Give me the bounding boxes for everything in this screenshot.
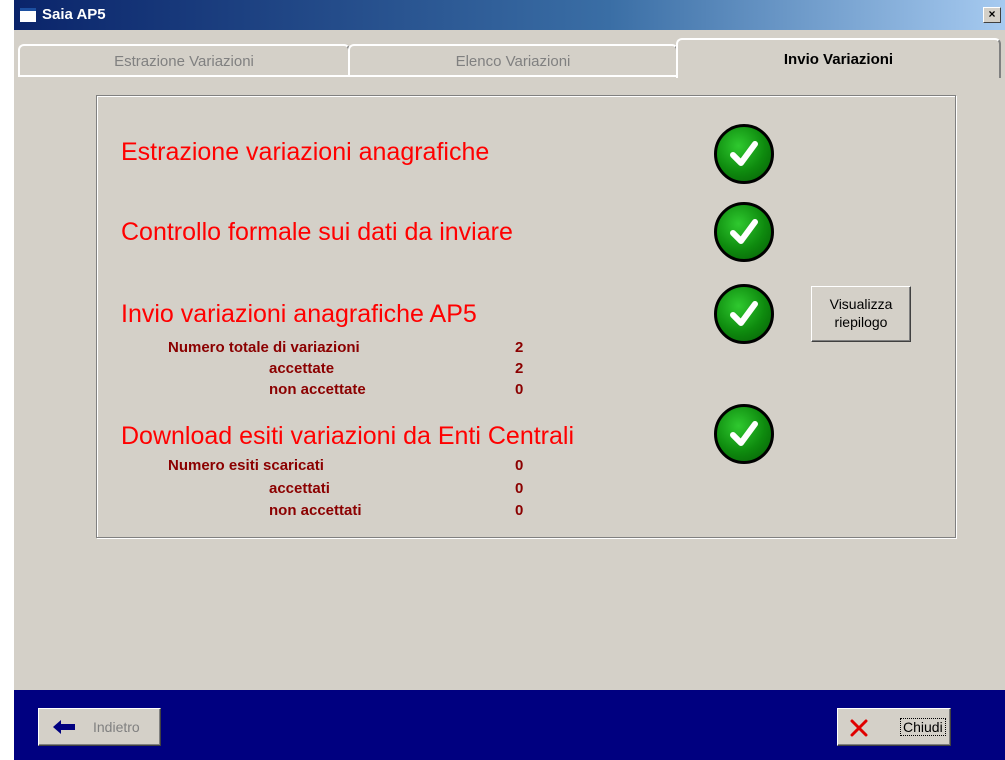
detail-value: 2 — [515, 360, 524, 377]
window-icon — [20, 8, 36, 22]
step-download-label: Download esiti variazioni da Enti Centra… — [121, 422, 575, 450]
bottom-bar: Indietro Chiudi — [14, 690, 1005, 760]
detail-label: Numero esiti scaricati — [168, 457, 324, 474]
riepilogo-button-label-1: Visualizza — [829, 296, 893, 312]
tab-estrazione-variazioni[interactable]: Estrazione Variazioni — [18, 44, 350, 77]
title-bar[interactable]: Saia AP5 × — [14, 0, 1005, 30]
close-window-button[interactable]: × — [983, 7, 1001, 23]
detail-label: Numero totale di variazioni — [168, 339, 360, 356]
detail-label: non accettate — [269, 381, 366, 398]
chiudi-button[interactable]: Chiudi — [837, 708, 951, 746]
riepilogo-button-label-2: riepilogo — [834, 314, 888, 330]
app-window: Saia AP5 × Estrazione Variazioni Elenco … — [14, 0, 1005, 760]
visualizza-riepilogo-button[interactable]: Visualizza riepilogo — [811, 286, 911, 342]
status-panel: Estrazione variazioni anagrafiche Contro… — [96, 95, 956, 538]
back-button-label: Indietro — [93, 719, 140, 735]
detail-value: 0 — [515, 457, 524, 474]
detail-value: 0 — [515, 480, 524, 497]
check-icon — [714, 202, 774, 262]
tab-elenco-variazioni[interactable]: Elenco Variazioni — [348, 44, 678, 77]
step-controllo-label: Controllo formale sui dati da inviare — [121, 218, 513, 246]
detail-value: 0 — [515, 502, 524, 519]
window-title: Saia AP5 — [42, 6, 106, 23]
detail-value: 0 — [515, 381, 524, 398]
back-button[interactable]: Indietro — [38, 708, 161, 746]
step-estrazione-label: Estrazione variazioni anagrafiche — [121, 138, 490, 166]
check-icon — [714, 124, 774, 184]
detail-label: non accettati — [269, 502, 362, 519]
detail-label: accettati — [269, 480, 330, 497]
check-icon — [714, 284, 774, 344]
detail-label: accettate — [269, 360, 335, 377]
check-icon — [714, 404, 774, 464]
close-x-icon — [850, 719, 868, 737]
tab-invio-variazioni[interactable]: Invio Variazioni — [676, 38, 1001, 78]
step-invio-label: Invio variazioni anagrafiche AP5 — [121, 300, 477, 328]
detail-value: 2 — [515, 339, 524, 356]
chiudi-button-label: Chiudi — [900, 718, 946, 736]
arrow-left-icon — [53, 720, 75, 734]
